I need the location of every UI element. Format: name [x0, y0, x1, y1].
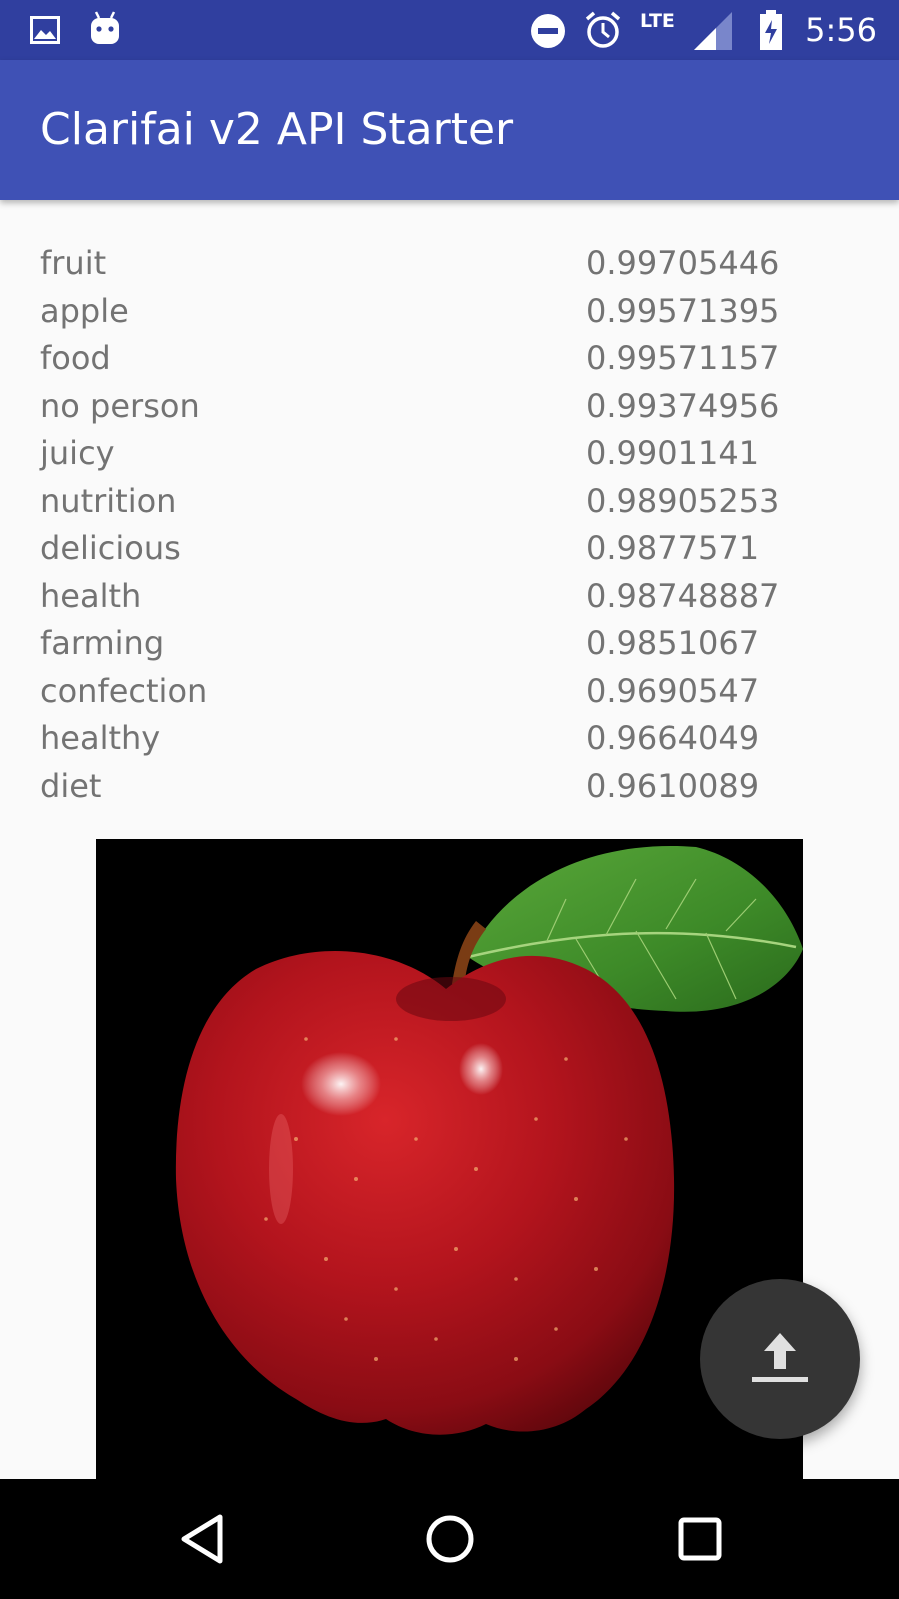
- prediction-row: confection 0.9690547: [0, 668, 899, 716]
- prediction-row: health 0.98748887: [0, 573, 899, 621]
- prediction-label: apple: [40, 291, 129, 330]
- prediction-row: no person 0.99374956: [0, 383, 899, 431]
- prediction-label: juicy: [40, 434, 115, 472]
- prediction-row: apple 0.99571395: [0, 288, 899, 336]
- prediction-score: 0.9901141: [586, 434, 760, 472]
- predictions-list: fruit 0.99705446 apple 0.99571395 food 0.9957…: [0, 240, 899, 810]
- alarm-icon: [584, 10, 622, 55]
- prediction-score: 0.99571157: [586, 339, 780, 377]
- prediction-label: food: [40, 339, 111, 377]
- prediction-row: diet 0.9610089: [0, 763, 899, 811]
- prediction-score: 0.9690547: [586, 671, 760, 710]
- status-clock: 5:56: [805, 11, 877, 49]
- image-notification-icon: [30, 16, 60, 49]
- recents-icon: [678, 1517, 722, 1561]
- prediction-score: 0.98905253: [586, 481, 780, 520]
- back-icon: [181, 1514, 223, 1564]
- prediction-score: 0.9610089: [586, 766, 760, 805]
- prediction-label: healthy: [40, 719, 161, 757]
- apple-image: [96, 839, 803, 1479]
- prediction-score: 0.9851067: [586, 624, 760, 662]
- prediction-label: farming: [40, 624, 165, 662]
- prediction-score: 0.99705446: [586, 244, 780, 282]
- prediction-score: 0.99571395: [586, 291, 780, 330]
- app-screen: LTE 5:56 Clarifai v2 API Starter fruit 0.…: [0, 0, 899, 1599]
- back-button[interactable]: [162, 1499, 242, 1579]
- prediction-score: 0.99374956: [586, 386, 780, 425]
- prediction-score: 0.98748887: [586, 576, 780, 615]
- signal-icon: [694, 12, 734, 55]
- prediction-label: health: [40, 576, 142, 615]
- network-type-label: LTE: [640, 10, 675, 32]
- prediction-label: confection: [40, 671, 208, 710]
- do-not-disturb-icon: [530, 13, 566, 54]
- system-navigation-bar: [0, 1479, 899, 1599]
- home-button[interactable]: [410, 1499, 490, 1579]
- prediction-label: nutrition: [40, 481, 177, 520]
- prediction-row: nutrition 0.98905253: [0, 478, 899, 526]
- prediction-label: delicious: [40, 529, 181, 567]
- prediction-label: fruit: [40, 244, 107, 282]
- prediction-row: food 0.99571157: [0, 335, 899, 383]
- status-bar: LTE 5:56: [0, 0, 899, 60]
- upload-icon: [752, 1333, 808, 1382]
- android-notification-icon: [88, 10, 122, 51]
- prediction-row: fruit 0.99705446: [0, 240, 899, 288]
- prediction-score: 0.9664049: [586, 719, 760, 757]
- upload-fab-button[interactable]: [700, 1279, 860, 1439]
- recents-button[interactable]: [660, 1499, 740, 1579]
- prediction-row: farming 0.9851067: [0, 620, 899, 668]
- prediction-row: healthy 0.9664049: [0, 715, 899, 763]
- app-title: Clarifai v2 API Starter: [40, 104, 514, 155]
- home-icon: [426, 1515, 474, 1563]
- prediction-row: juicy 0.9901141: [0, 430, 899, 478]
- prediction-score: 0.9877571: [586, 529, 760, 567]
- prediction-row: delicious 0.9877571: [0, 525, 899, 573]
- prediction-label: no person: [40, 386, 200, 425]
- prediction-label: diet: [40, 766, 102, 805]
- app-bar: Clarifai v2 API Starter: [0, 60, 899, 200]
- battery-charging-icon: [760, 10, 782, 55]
